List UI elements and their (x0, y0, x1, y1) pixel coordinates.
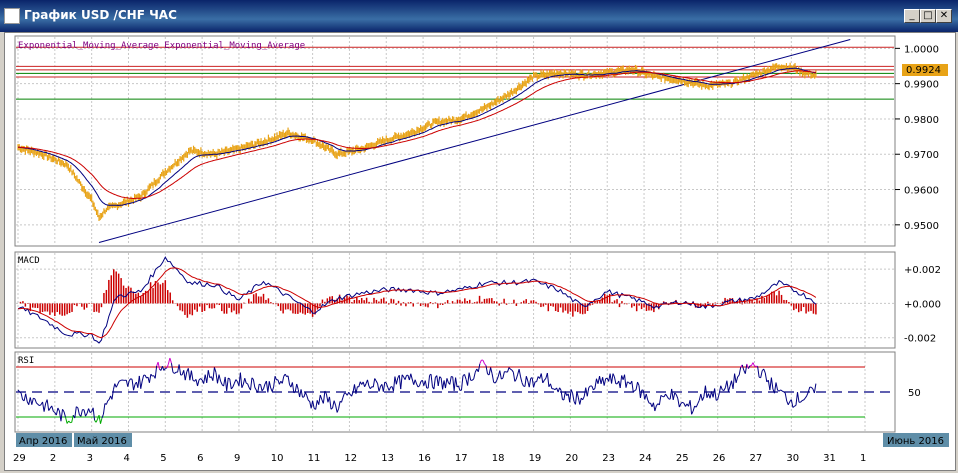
month-label-may: Май 2016 (77, 436, 127, 447)
x-tick-label: 10 (271, 453, 284, 464)
rsi-title: RSI (18, 356, 34, 366)
current-price-label: 0.9924 (906, 65, 941, 76)
x-tick-label: 9 (234, 453, 240, 464)
x-tick-label: 1 (860, 453, 866, 464)
x-tick-label: 18 (492, 453, 505, 464)
x-tick-label: 17 (455, 453, 468, 464)
chart-canvas[interactable]: 29 2 3 4 5 6 9 10 11 12 13 16 17 18 19 20 23 24 25 26 27 30 31… (0, 0, 958, 473)
x-tick-label: 30 (786, 453, 799, 464)
x-tick-label: 31 (823, 453, 836, 464)
month-label-apr: Апр 2016 (19, 436, 67, 447)
rsi-segment (715, 399, 718, 401)
x-tick-label: 12 (344, 453, 357, 464)
x-tick-label: 16 (418, 453, 431, 464)
x-tick-label: 25 (676, 453, 689, 464)
x-tick-label: 3 (87, 453, 93, 464)
x-tick-label: 5 (160, 453, 166, 464)
x-tick-label: 24 (639, 453, 652, 464)
y-tick-label: 0.9600 (904, 186, 939, 197)
month-label-jun: Июнь 2016 (887, 436, 944, 447)
price-panel (14, 35, 896, 247)
rsi-segment (33, 397, 36, 400)
rsi-segment (781, 390, 784, 393)
y-tick-label: +0.000 (904, 299, 941, 310)
rsi-segment (627, 381, 630, 384)
y-tick-label: 0.9500 (904, 221, 939, 232)
y-tick-label: 0.9800 (904, 115, 939, 126)
y-tick-label: 0.9700 (904, 150, 939, 161)
x-tick-label: 2 (50, 453, 56, 464)
macd-title: MACD (18, 256, 40, 266)
x-tick-label: 19 (529, 453, 542, 464)
x-tick-label: 11 (308, 453, 321, 464)
x-tick-label: 13 (381, 453, 394, 464)
x-tick-label: 26 (713, 453, 726, 464)
y-tick-label: 0.9900 (904, 80, 939, 91)
y-tick-label: 50 (908, 388, 921, 399)
y-tick-label: 1.0000 (904, 44, 939, 55)
legend-text: Exponential_Moving_Average Exponential_M… (18, 41, 305, 51)
x-tick-label: 20 (565, 453, 578, 464)
x-tick-label: 23 (602, 453, 615, 464)
x-tick-label: 4 (123, 453, 129, 464)
y-tick-label: +0.002 (904, 265, 941, 276)
rsi-segment (89, 411, 92, 414)
x-tick-label: 6 (197, 453, 203, 464)
rsi-segment (641, 389, 644, 391)
rsi-segment (801, 399, 804, 402)
rsi-segment (794, 404, 797, 407)
y-tick-label: -0.002 (904, 334, 936, 345)
rsi-segment (130, 378, 133, 380)
x-tick-label: 29 (13, 453, 26, 464)
macd-panel (14, 251, 896, 349)
x-tick-label: 27 (750, 453, 763, 464)
rsi-segment (245, 382, 248, 385)
